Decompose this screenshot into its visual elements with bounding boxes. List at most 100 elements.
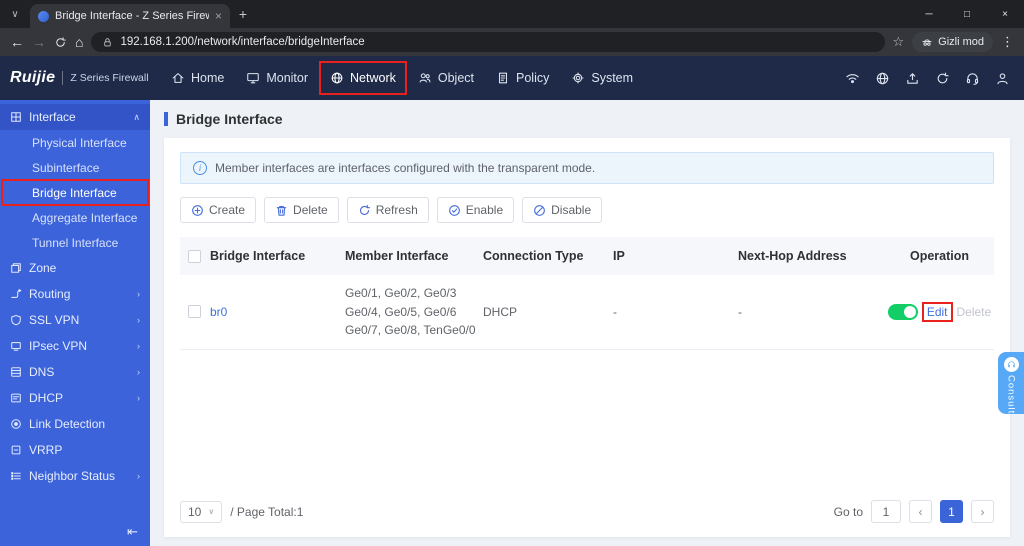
next-page-button[interactable]: ›: [971, 500, 994, 523]
row-checkbox[interactable]: [188, 305, 201, 319]
sidebar-item-interface[interactable]: Interface ∧: [0, 104, 150, 130]
content-card: i Member interfaces are interfaces confi…: [164, 138, 1010, 537]
sidebar-label: Routing: [29, 287, 71, 301]
slash-circle-icon: [533, 204, 546, 217]
member-line: Ge0/4, Ge0/5, Ge0/6: [345, 304, 457, 319]
site-info-lock-icon[interactable]: [102, 37, 113, 48]
wifi-icon[interactable]: [845, 71, 860, 86]
sidebar-item-aggregate-interface[interactable]: Aggregate Interface: [0, 205, 150, 230]
sidebar-item-ipsec-vpn[interactable]: IPsec VPN ›: [0, 333, 150, 359]
headset-icon[interactable]: [965, 71, 980, 86]
nav-item-object[interactable]: Object: [407, 56, 485, 100]
sidebar-item-subinterface[interactable]: Subinterface: [0, 155, 150, 180]
nav-item-network[interactable]: Network: [319, 56, 407, 100]
enable-button[interactable]: Enable: [436, 197, 515, 223]
chevron-right-icon: ›: [137, 289, 140, 299]
pagination: 10 ∨ / Page Total:1 Go to ‹ 1 ›: [180, 488, 994, 523]
refresh-arrows-icon: [358, 204, 371, 217]
sidebar-item-tunnel-interface[interactable]: Tunnel Interface: [0, 230, 150, 255]
interface-icon: [10, 111, 22, 123]
incognito-badge: Gizli mod: [912, 32, 993, 52]
monitor-icon: [246, 71, 260, 85]
nav-item-home[interactable]: Home: [160, 56, 235, 100]
prev-page-button[interactable]: ‹: [909, 500, 932, 523]
globe-icon[interactable]: [875, 71, 890, 86]
chevron-right-icon: ›: [137, 341, 140, 351]
col-operation: Operation: [909, 249, 970, 263]
chevron-right-icon: ›: [137, 393, 140, 403]
col-ip: IP: [613, 249, 625, 263]
check-circle-icon: [448, 204, 461, 217]
tab-close-icon[interactable]: ×: [215, 9, 222, 23]
page-1-button[interactable]: 1: [940, 500, 963, 523]
app-body: Interface ∧ Physical Interface Subinterf…: [0, 100, 1024, 546]
sidebar-item-dhcp[interactable]: DHCP ›: [0, 385, 150, 411]
sidebar-item-link-detection[interactable]: Link Detection: [0, 411, 150, 437]
zone-icon: [10, 262, 22, 274]
nav-item-system[interactable]: System: [560, 56, 644, 100]
window-minimize-button[interactable]: ─: [910, 0, 948, 28]
sidebar-item-neighbor-status[interactable]: Neighbor Status ›: [0, 463, 150, 489]
window-close-button[interactable]: ×: [986, 0, 1024, 28]
edit-wrap: Edit: [921, 301, 953, 322]
sidebar-item-routing[interactable]: Routing ›: [0, 281, 150, 307]
connection-type-cell: DHCP: [483, 304, 518, 319]
info-icon: i: [193, 161, 207, 175]
edit-link[interactable]: Edit: [927, 305, 948, 319]
sidebar-collapse-icon[interactable]: ⇤: [127, 524, 138, 540]
disable-button[interactable]: Disable: [522, 197, 603, 223]
tab-search-button[interactable]: ∨: [0, 9, 30, 20]
enable-toggle[interactable]: [887, 303, 918, 320]
nav-label: Object: [437, 71, 475, 85]
bridge-name-link[interactable]: br0: [210, 305, 345, 319]
sidebar-item-bridge-interface[interactable]: Bridge Interface: [0, 179, 150, 206]
sidebar-item-ssl-vpn[interactable]: SSL VPN ›: [0, 307, 150, 333]
ip-cell: -: [613, 304, 617, 319]
dns-icon: [10, 366, 22, 378]
delete-button[interactable]: Delete: [264, 197, 339, 223]
address-bar[interactable]: 192.168.1.200/network/interface/bridgeIn…: [91, 32, 885, 52]
sidebar-label: Tunnel Interface: [32, 235, 119, 250]
screen: ∨ Bridge Interface - Z Series Firew × + …: [0, 0, 1024, 546]
sidebar-label: Aggregate Interface: [32, 210, 138, 225]
sidebar-item-physical-interface[interactable]: Physical Interface: [0, 130, 150, 155]
sidebar-item-zone[interactable]: Zone: [0, 255, 150, 281]
object-users-icon: [418, 71, 432, 85]
top-nav: Home Monitor Network Object Policy Syste…: [160, 56, 644, 100]
refresh-icon[interactable]: [54, 36, 67, 49]
delete-link[interactable]: Delete: [957, 305, 992, 319]
table-header-row: Bridge Interface Member Interface Connec…: [180, 237, 994, 275]
ssl-vpn-shield-icon: [10, 314, 22, 326]
dhcp-icon: [10, 392, 22, 404]
goto-page-input[interactable]: [871, 500, 901, 523]
next-hop-cell: -: [738, 304, 742, 319]
new-tab-button[interactable]: +: [230, 6, 256, 22]
window-maximize-button[interactable]: □: [948, 0, 986, 28]
button-label: Create: [209, 203, 246, 217]
sidebar-item-dns[interactable]: DNS ›: [0, 359, 150, 385]
title-accent-bar: [164, 112, 168, 126]
refresh-button[interactable]: Refresh: [346, 197, 429, 223]
bookmark-star-icon[interactable]: ☆: [893, 34, 905, 50]
nav-item-policy[interactable]: Policy: [485, 56, 560, 100]
upgrade-icon[interactable]: [905, 71, 920, 86]
plus-circle-icon: [191, 204, 204, 217]
sidebar-item-vrrp[interactable]: VRRP: [0, 437, 150, 463]
page-size-select[interactable]: 10 ∨: [180, 500, 223, 523]
user-icon[interactable]: [995, 71, 1010, 86]
header-checkbox[interactable]: [188, 249, 201, 263]
create-button[interactable]: Create: [180, 197, 257, 223]
home-icon[interactable]: ⌂: [75, 35, 83, 49]
forward-icon[interactable]: →: [32, 35, 46, 49]
browser-menu-icon[interactable]: ⋮: [1001, 34, 1014, 50]
trash-icon: [275, 204, 288, 217]
button-label: Delete: [293, 203, 328, 217]
system-gear-icon: [571, 71, 585, 85]
action-toolbar: Create Delete Refresh Enable Disable: [180, 197, 994, 223]
back-icon[interactable]: ←: [10, 35, 24, 49]
reboot-icon[interactable]: [935, 71, 950, 86]
nav-item-monitor[interactable]: Monitor: [235, 56, 319, 100]
chevron-right-icon: ›: [137, 315, 140, 325]
consult-button[interactable]: Consult: [998, 352, 1024, 414]
browser-tab[interactable]: Bridge Interface - Z Series Firew ×: [30, 4, 230, 28]
